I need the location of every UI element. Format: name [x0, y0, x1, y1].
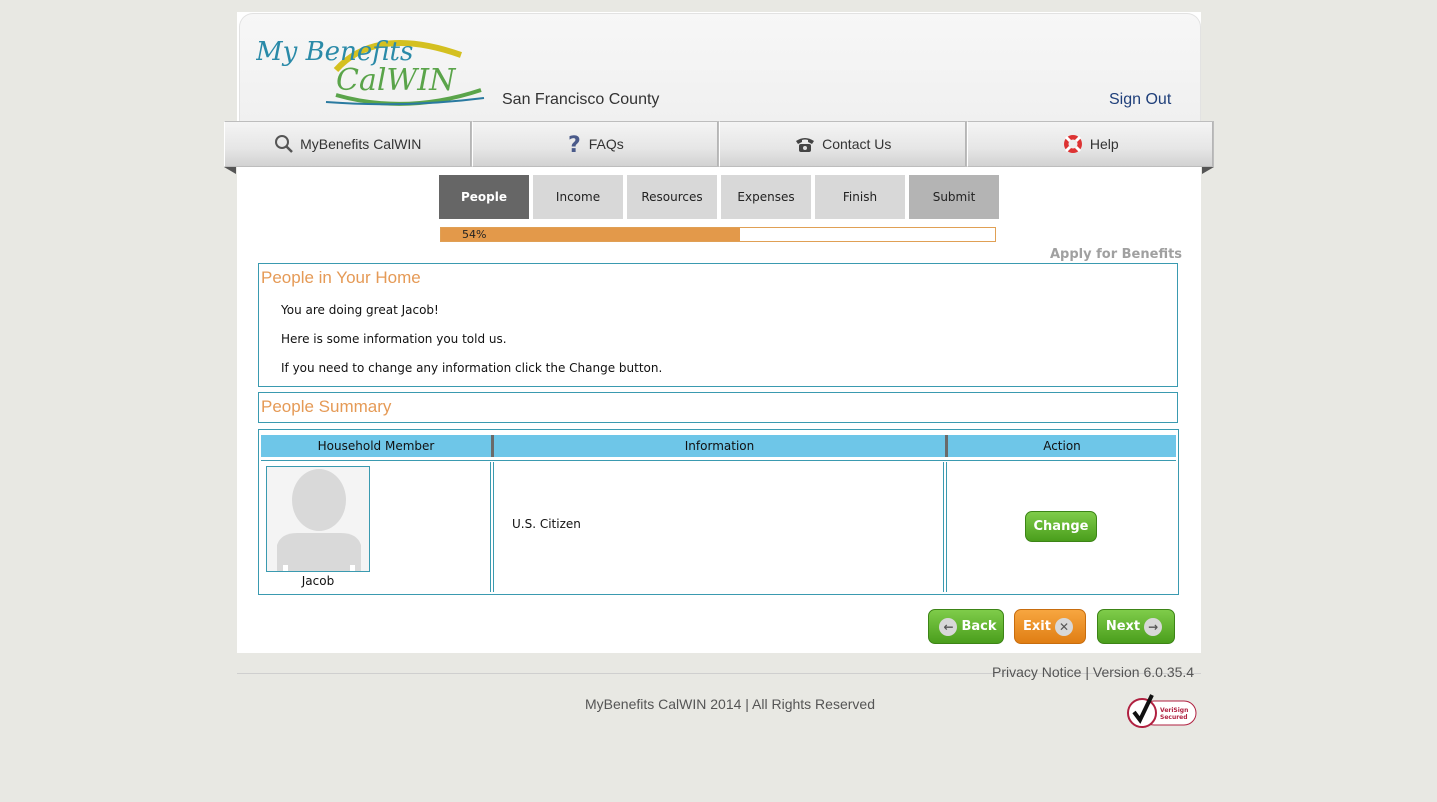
mybenefits-calwin-logo: My Benefits CalWIN [256, 37, 485, 106]
exit-button[interactable]: Exit ✕ [1014, 609, 1086, 644]
member-name: Jacob [301, 574, 335, 588]
footer-separator: | [1085, 664, 1089, 680]
nav-item-mybenefits[interactable]: MyBenefits CalWIN [224, 121, 472, 167]
people-home-title: People in Your Home [261, 268, 421, 287]
main-nav: MyBenefits CalWIN ? FAQs Contact Us Help [224, 121, 1214, 167]
footer-links: Privacy Notice | Version 6.0.35.4 [992, 664, 1194, 680]
people-home-panel: People in Your Home You are doing great … [258, 263, 1178, 387]
verisign-text-1: VeriSign [1160, 707, 1188, 714]
back-label: Back [961, 619, 997, 634]
person-placeholder-icon [277, 469, 361, 571]
step-submit[interactable]: Submit [909, 175, 999, 219]
nav-label-contact: Contact Us [822, 136, 892, 152]
column-divider [493, 462, 494, 592]
step-expenses[interactable]: Expenses [721, 175, 811, 219]
step-people[interactable]: People [439, 175, 529, 219]
nav-label-help: Help [1089, 136, 1119, 152]
arrow-left-icon: ← [939, 617, 958, 636]
column-divider [490, 462, 491, 592]
nav-fold-left [224, 167, 236, 174]
nav-item-faqs[interactable]: ? FAQs [471, 121, 719, 167]
nav-item-help[interactable]: Help [966, 121, 1214, 167]
progress-bar: 54% [440, 227, 996, 242]
nav-fold-right [1202, 167, 1214, 174]
page-title: Apply for Benefits [1050, 247, 1183, 262]
step-income[interactable]: Income [533, 175, 623, 219]
logo-text-bottom: CalWIN [336, 63, 457, 98]
nav-label-mybenefits: MyBenefits CalWIN [300, 136, 422, 152]
progress-label: 54% [462, 228, 487, 241]
column-divider [946, 462, 947, 592]
verisign-text-2: Secured [1160, 714, 1188, 721]
next-button[interactable]: Next → [1097, 609, 1175, 644]
step-finish[interactable]: Finish [815, 175, 905, 219]
avatar [266, 466, 370, 572]
table-header: Household Member Information Action [261, 435, 1176, 457]
header-household-member: Household Member [261, 435, 491, 457]
change-button[interactable]: Change [1025, 511, 1097, 542]
back-button[interactable]: ← Back [928, 609, 1004, 644]
svg-text:?: ? [568, 133, 581, 155]
county-name: San Francisco County [502, 91, 660, 108]
lifebuoy-icon [1062, 133, 1084, 155]
nav-item-contact[interactable]: Contact Us [719, 121, 967, 167]
message-line-2: Here is some information you told us. [281, 332, 507, 346]
privacy-notice-link[interactable]: Privacy Notice [992, 664, 1081, 680]
verisign-badge[interactable]: VeriSign Secured [1126, 693, 1198, 729]
member-information: U.S. Citizen [512, 517, 581, 531]
message-line-3: If you need to change any information cl… [281, 361, 663, 375]
people-summary-panel: People Summary [258, 392, 1178, 423]
close-icon: ✕ [1054, 617, 1073, 636]
next-label: Next [1105, 619, 1141, 634]
phone-icon [794, 135, 816, 153]
header-divider [261, 460, 1176, 461]
step-resources[interactable]: Resources [627, 175, 717, 219]
header-action: Action [945, 435, 1176, 457]
search-icon [274, 134, 294, 154]
copyright-text: MyBenefits CalWIN 2014 | All Rights Rese… [585, 696, 875, 712]
nav-label-faqs: FAQs [588, 136, 624, 152]
column-divider [943, 462, 944, 592]
exit-label: Exit [1023, 619, 1051, 634]
arrow-right-icon: → [1144, 617, 1163, 636]
message-line-1: You are doing great Jacob! [281, 303, 439, 317]
header-information: Information [491, 435, 945, 457]
version-text: Version 6.0.35.4 [1092, 664, 1195, 680]
people-summary-title: People Summary [261, 397, 392, 416]
question-icon: ? [567, 133, 583, 155]
sign-out-link[interactable]: Sign Out [1109, 91, 1171, 109]
step-tabs: People Income Resources Expenses Finish … [439, 175, 999, 219]
